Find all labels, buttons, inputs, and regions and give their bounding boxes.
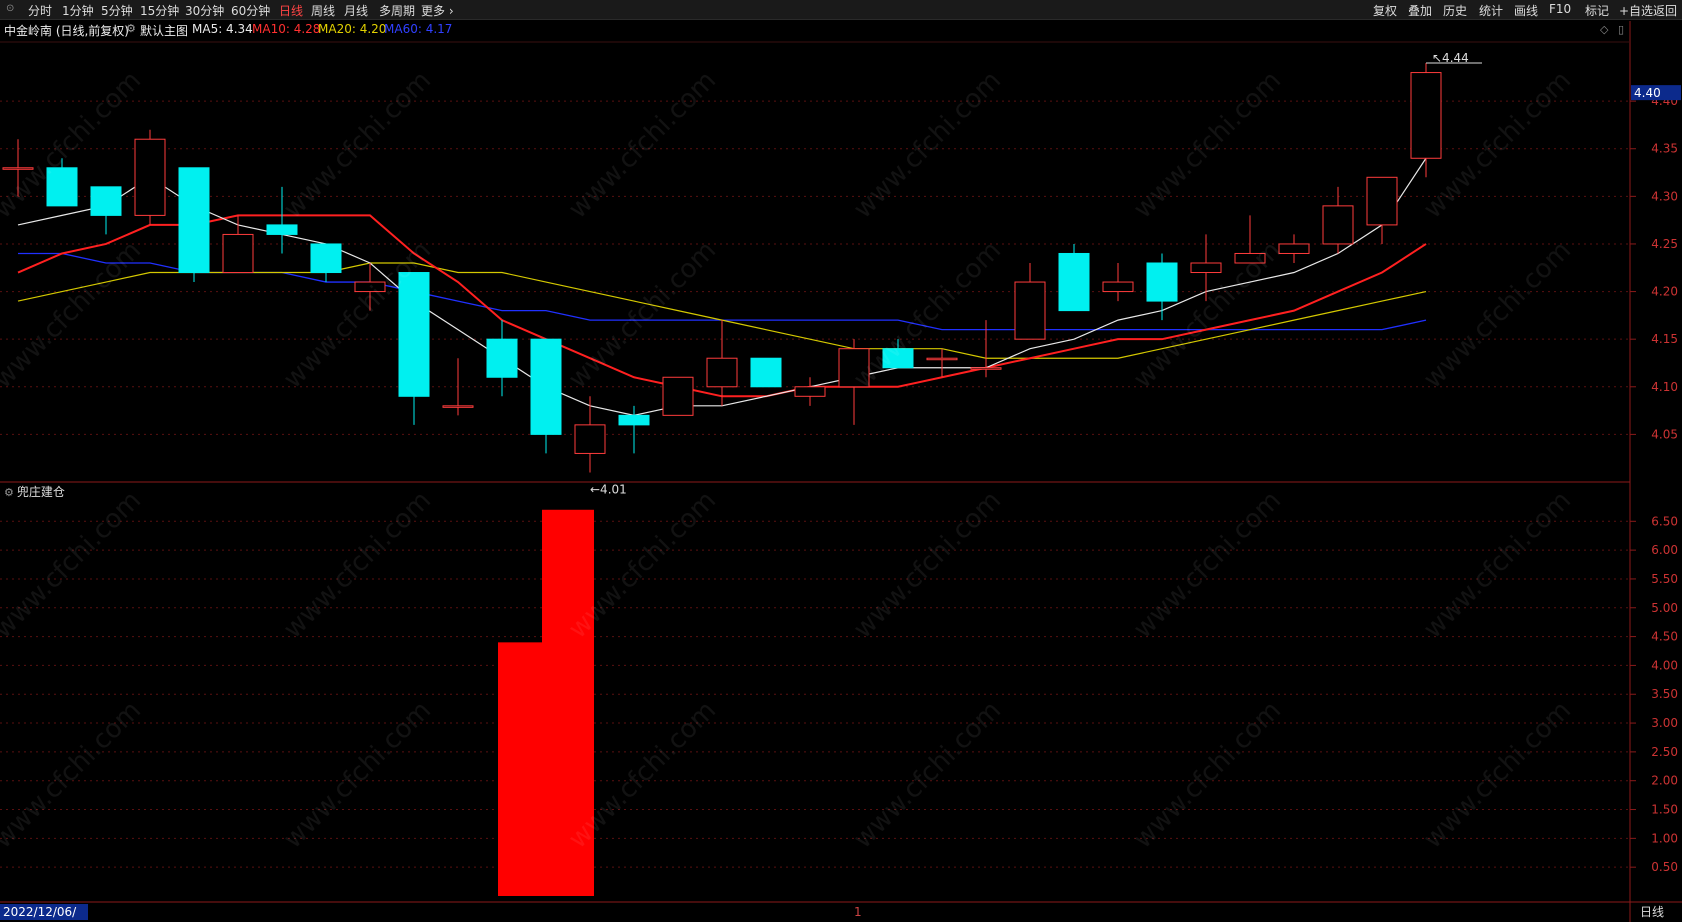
candle-body bbox=[1146, 262, 1178, 302]
candle-body bbox=[574, 424, 606, 454]
date-readout: 2022/12/06/二 bbox=[0, 904, 88, 922]
y-tick-label: 4.50 bbox=[1651, 630, 1678, 644]
candle-body bbox=[1190, 262, 1222, 274]
price-label: 4.40 bbox=[1634, 86, 1661, 100]
candle-body bbox=[398, 272, 430, 397]
candle-body bbox=[1014, 281, 1046, 340]
y-tick-label: 6.50 bbox=[1651, 514, 1678, 528]
candle-body bbox=[178, 167, 210, 274]
y-tick-label: 4.15 bbox=[1651, 332, 1678, 346]
candle-body bbox=[1322, 205, 1354, 245]
candle-body bbox=[530, 338, 562, 435]
y-tick-label: 4.25 bbox=[1651, 237, 1678, 251]
y-tick-label: 0.50 bbox=[1651, 860, 1678, 874]
low-annotation: ←4.01 bbox=[590, 482, 627, 496]
stock-chart-app: ⊙ 分时 1分钟 5分钟 15分钟 30分钟 60分钟 日线 周线 月线 多周期 更多 › 复权 叠加历… bbox=[0, 0, 1682, 922]
y-tick-label: 1.00 bbox=[1651, 831, 1678, 845]
y-tick-label: 3.50 bbox=[1651, 687, 1678, 701]
candle-body bbox=[1234, 252, 1266, 264]
candle-body bbox=[90, 186, 122, 216]
candle-body bbox=[486, 338, 518, 378]
period-tag: 日线 bbox=[1640, 905, 1665, 919]
candle-body bbox=[310, 243, 342, 274]
candle-body bbox=[750, 357, 782, 388]
high-annotation: ↖4.44 bbox=[1432, 51, 1469, 65]
candle-body bbox=[706, 357, 738, 388]
candle-body bbox=[882, 348, 914, 369]
candle-body bbox=[1366, 176, 1398, 226]
y-tick-label: 5.50 bbox=[1651, 572, 1678, 586]
candle-body bbox=[46, 167, 78, 207]
candle-body bbox=[2, 167, 34, 170]
y-tick-label: 1.50 bbox=[1651, 803, 1678, 817]
cursor-marker: 1 bbox=[854, 905, 862, 919]
y-tick-label: 4.05 bbox=[1651, 427, 1678, 441]
y-tick-label: 2.00 bbox=[1651, 774, 1678, 788]
y-tick-label: 4.10 bbox=[1651, 380, 1678, 394]
candle-body bbox=[1410, 72, 1442, 159]
candle-body bbox=[838, 348, 870, 388]
chart-canvas[interactable]: 4.05 4.10 4.15 4.20 4.25 4.30 4.35 4.40 0.50 1.00… bbox=[0, 0, 1682, 922]
y-tick-label: 2.50 bbox=[1651, 745, 1678, 759]
candle-body bbox=[442, 405, 474, 408]
candle-body bbox=[134, 138, 166, 216]
y-tick-label: 4.30 bbox=[1651, 189, 1678, 203]
y-tick-label: 5.00 bbox=[1651, 601, 1678, 615]
candle-body bbox=[266, 224, 298, 235]
y-tick-label: 4.20 bbox=[1651, 285, 1678, 299]
y-tick-label: 4.35 bbox=[1651, 142, 1678, 156]
y-tick-label: 6.00 bbox=[1651, 543, 1678, 557]
y-tick-label: 4.00 bbox=[1651, 658, 1678, 672]
y-tick-label: 3.00 bbox=[1651, 716, 1678, 730]
candle-body bbox=[1278, 243, 1310, 254]
candle-body bbox=[618, 414, 650, 426]
candle-body bbox=[1058, 252, 1090, 312]
candle-body bbox=[794, 386, 826, 397]
candle-body bbox=[222, 233, 254, 274]
candle-body bbox=[1102, 281, 1134, 293]
candle-body bbox=[354, 281, 386, 293]
candle-body bbox=[926, 357, 958, 361]
indicator-bar bbox=[542, 509, 594, 896]
candle-body bbox=[970, 367, 1002, 370]
candle-body bbox=[662, 376, 694, 416]
